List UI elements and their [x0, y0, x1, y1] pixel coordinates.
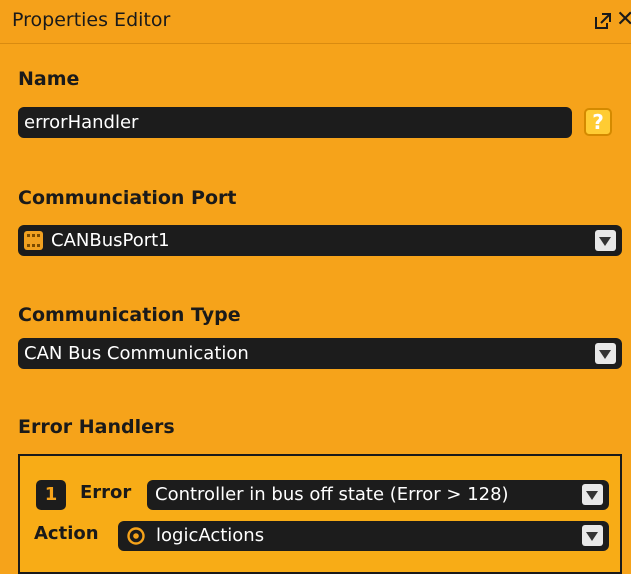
communication-port-value: CANBusPort1 [51, 230, 170, 251]
error-label: Error [80, 482, 132, 503]
name-label: Name [18, 68, 80, 90]
communication-type-select[interactable]: CAN Bus Communication [18, 338, 622, 369]
error-handler-list: 1 Error Controller in bus off state (Err… [18, 454, 622, 574]
chevron-down-icon[interactable] [582, 525, 603, 546]
action-label: Action [34, 523, 99, 544]
panel-title: Properties Editor [12, 9, 171, 31]
error-select[interactable]: Controller in bus off state (Error > 128… [147, 480, 609, 510]
action-select[interactable]: logicActions [118, 521, 609, 551]
communication-type-value: CAN Bus Communication [24, 343, 249, 364]
chevron-down-icon[interactable] [595, 230, 616, 251]
popout-icon[interactable] [594, 12, 612, 30]
title-bar: Properties Editor ✕ [0, 0, 631, 44]
help-icon[interactable]: ? [584, 108, 612, 136]
communication-type-label: Communication Type [18, 304, 241, 326]
action-value: logicActions [156, 525, 265, 546]
name-value: errorHandler [24, 112, 139, 133]
close-icon[interactable]: ✕ [616, 7, 631, 33]
error-value: Controller in bus off state (Error > 128… [155, 484, 509, 505]
gear-icon [127, 527, 145, 545]
chevron-down-icon[interactable] [595, 343, 616, 364]
communication-port-label: Communciation Port [18, 187, 237, 209]
name-input[interactable]: errorHandler [18, 107, 572, 138]
handler-number-badge: 1 [36, 480, 66, 510]
communication-port-select[interactable]: CANBusPort1 [18, 225, 622, 256]
error-handlers-label: Error Handlers [18, 416, 175, 438]
port-icon [24, 231, 43, 250]
chevron-down-icon[interactable] [582, 484, 603, 505]
